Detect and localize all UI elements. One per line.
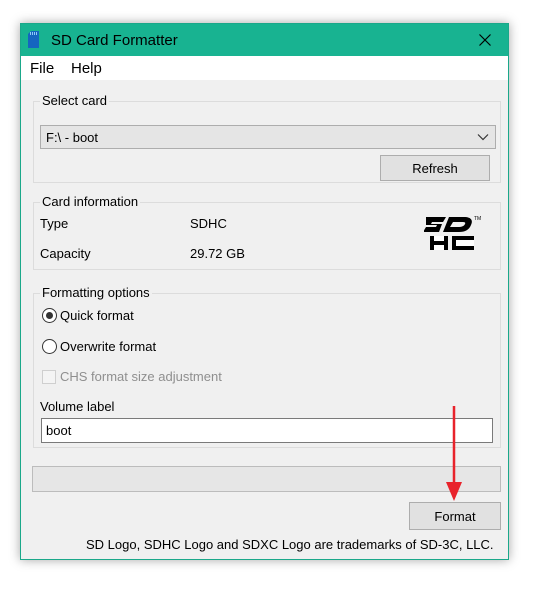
type-value: SDHC <box>190 216 227 231</box>
overwrite-format-label[interactable]: Overwrite format <box>60 339 156 354</box>
chs-adjustment-label: CHS format size adjustment <box>60 369 222 384</box>
select-card-label: Select card <box>40 93 110 109</box>
title-bar: SD Card Formatter <box>21 24 508 56</box>
card-info-label: Card information <box>40 194 141 210</box>
chs-adjustment-checkbox[interactable] <box>42 370 56 384</box>
card-select-dropdown[interactable]: F:\ - boot <box>40 125 496 149</box>
select-card-group: Select card F:\ - boot Refresh <box>33 93 501 183</box>
capacity-label: Capacity <box>40 246 91 261</box>
format-progress-bar <box>32 466 501 492</box>
type-label: Type <box>40 216 69 231</box>
quick-format-label[interactable]: Quick format <box>60 308 134 323</box>
formatting-options-group: Formatting options Quick format Overwrit… <box>33 285 501 448</box>
menu-bar: File Help <box>21 56 508 80</box>
annotation-arrow-icon <box>446 406 462 501</box>
close-button[interactable] <box>462 24 508 56</box>
formatting-options-label: Formatting options <box>40 285 152 301</box>
refresh-button[interactable]: Refresh <box>380 155 490 181</box>
app-window: SD Card Formatter File Help Select card … <box>20 23 509 560</box>
volume-label-input[interactable] <box>41 418 493 443</box>
close-icon <box>479 34 491 46</box>
window-title: SD Card Formatter <box>51 32 178 49</box>
card-select-value: F:\ - boot <box>46 130 99 145</box>
radio-selected-dot <box>46 312 53 319</box>
chevron-down-icon <box>477 134 489 141</box>
card-info-group: Card information Type SDHC Capacity 29.7… <box>33 194 501 270</box>
trademark-note: SD Logo, SDHC Logo and SDXC Logo are tra… <box>86 537 494 552</box>
menu-help[interactable]: Help <box>71 60 102 77</box>
format-button[interactable]: Format <box>409 502 501 530</box>
overwrite-format-radio[interactable] <box>42 339 57 354</box>
menu-file[interactable]: File <box>30 60 54 77</box>
capacity-value: 29.72 GB <box>190 246 245 261</box>
svg-text:TM: TM <box>474 216 481 222</box>
volume-label-caption: Volume label <box>40 399 115 414</box>
sd-card-icon <box>28 31 39 48</box>
sdhc-logo: TM <box>424 216 481 250</box>
quick-format-radio[interactable] <box>42 308 57 323</box>
